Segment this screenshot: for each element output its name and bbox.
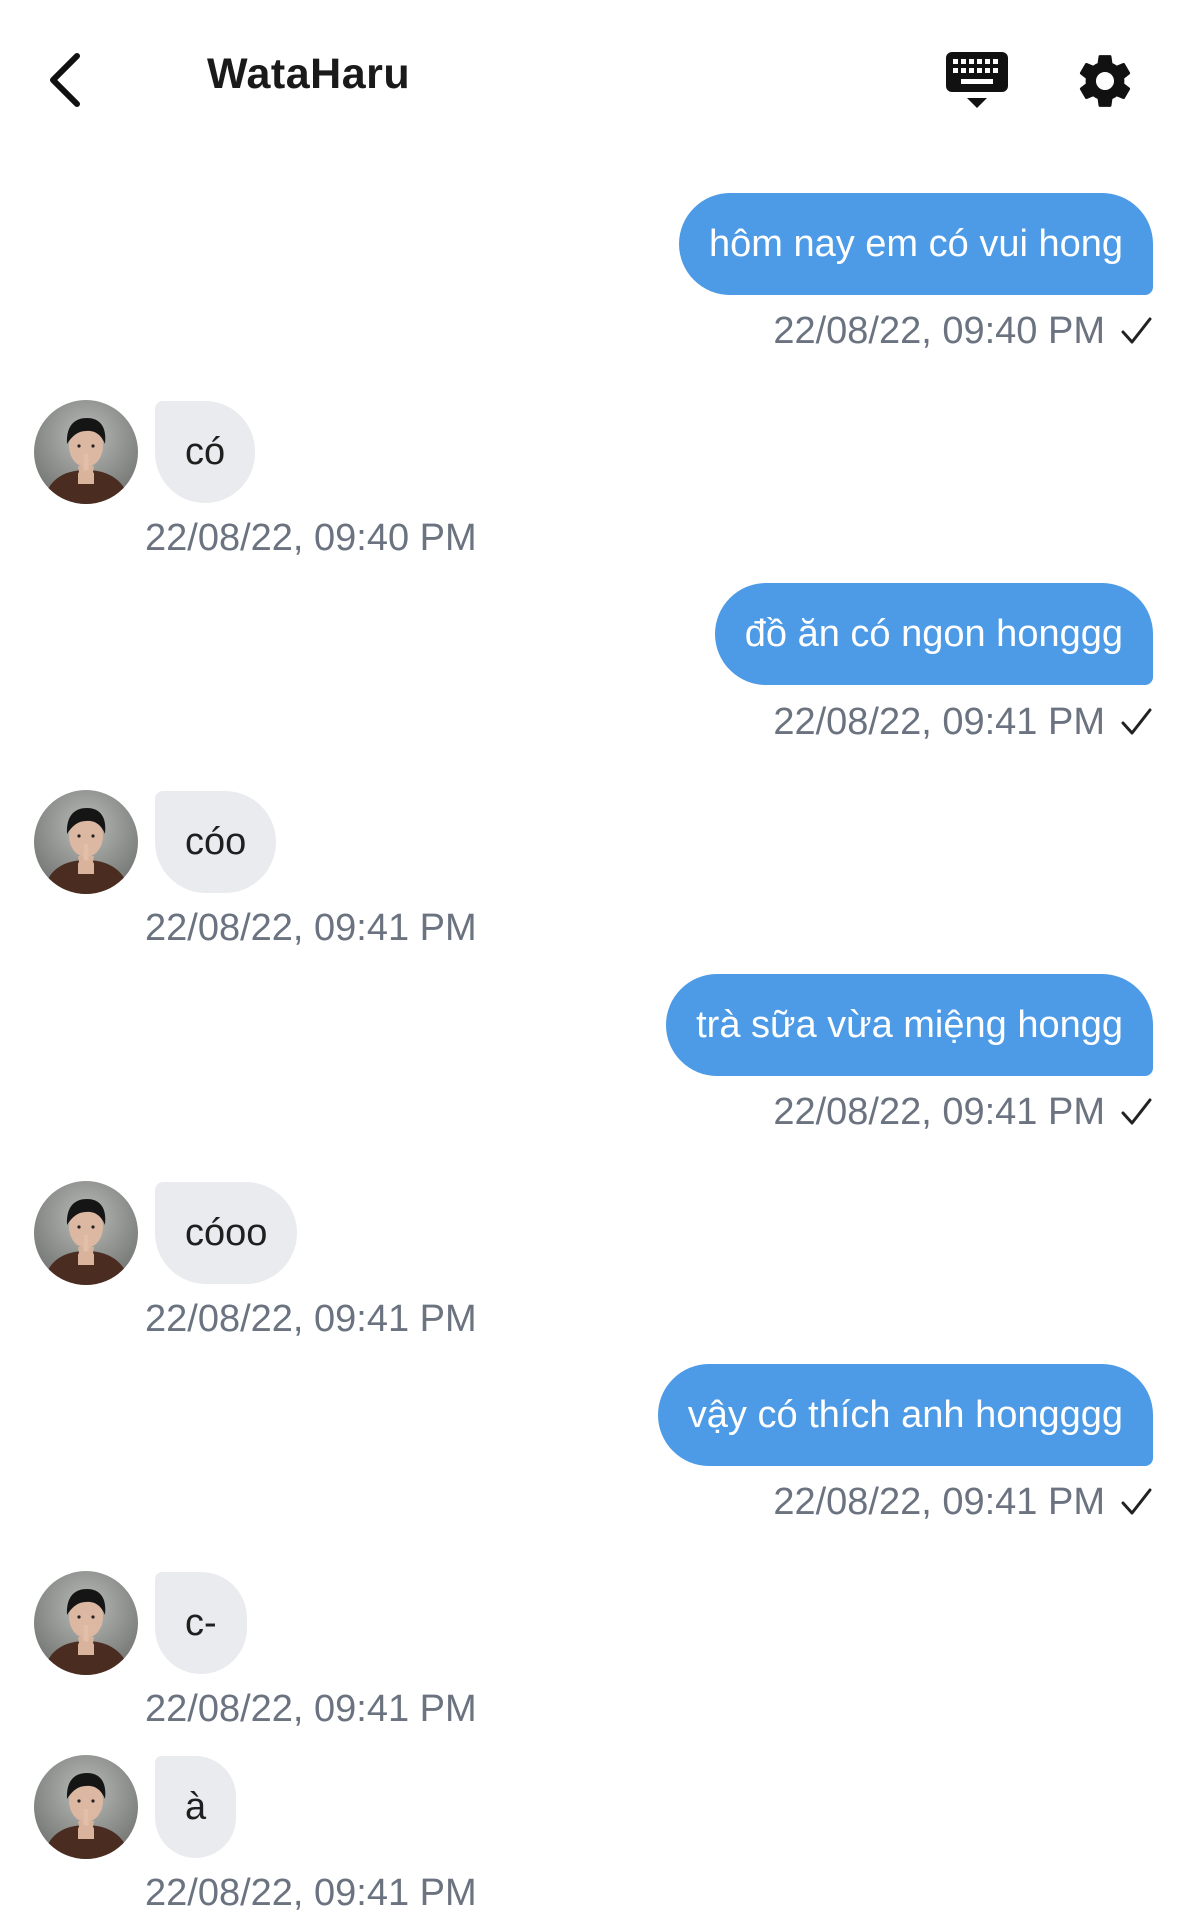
message-meta: 22/08/22, 09:41 PM	[773, 697, 1153, 747]
message-timestamp: 22/08/22, 09:40 PM	[773, 309, 1105, 352]
avatar[interactable]	[34, 1181, 138, 1285]
message-text: hôm nay em có vui hong	[708, 222, 1123, 265]
message-text: có	[185, 430, 226, 473]
message-text: đồ ăn có ngon honggg	[744, 612, 1123, 655]
avatar[interactable]	[34, 400, 138, 504]
sent-message-bubble[interactable]: vậy có thích anh hongggg	[657, 1364, 1153, 1466]
received-message-bubble[interactable]: à	[155, 1756, 237, 1858]
received-message-bubble[interactable]: có	[155, 401, 256, 503]
message-timestamp: 22/08/22, 09:41 PM	[773, 700, 1105, 743]
check-icon	[1121, 708, 1152, 735]
message-timestamp: 22/08/22, 09:41 PM	[145, 1687, 477, 1730]
sent-message-bubble[interactable]: đồ ăn có ngon honggg	[714, 583, 1153, 685]
message-text: c-	[185, 1601, 217, 1644]
message-text: cóo	[185, 820, 247, 863]
received-message-bubble[interactable]: cóo	[155, 791, 277, 893]
message-timestamp: 22/08/22, 09:41 PM	[145, 906, 477, 949]
message-timestamp: 22/08/22, 09:40 PM	[145, 516, 477, 559]
message-meta: 22/08/22, 09:41 PM	[773, 1087, 1153, 1137]
message-text: trà sữa vừa miệng hongg	[696, 1003, 1123, 1046]
message-text: vậy có thích anh hongggg	[687, 1393, 1123, 1436]
message-text: cóoo	[185, 1211, 268, 1254]
message-meta: 22/08/22, 09:41 PM	[773, 1477, 1153, 1527]
avatar[interactable]	[34, 1571, 138, 1675]
check-icon	[1121, 1488, 1152, 1515]
check-icon	[1121, 317, 1152, 344]
message-meta: 22/08/22, 09:40 PM	[773, 306, 1153, 356]
message-timestamp: 22/08/22, 09:41 PM	[145, 1297, 477, 1340]
message-text: à	[185, 1785, 207, 1828]
received-message-bubble[interactable]: cóoo	[155, 1182, 298, 1284]
sent-message-bubble[interactable]: trà sữa vừa miệng hongg	[666, 974, 1153, 1076]
message-timestamp: 22/08/22, 09:41 PM	[773, 1090, 1105, 1133]
message-timestamp: 22/08/22, 09:41 PM	[773, 1480, 1105, 1523]
check-icon	[1121, 1098, 1152, 1125]
sent-message-bubble[interactable]: hôm nay em có vui hong	[678, 193, 1153, 295]
message-timestamp: 22/08/22, 09:41 PM	[145, 1871, 477, 1914]
avatar[interactable]	[34, 1755, 138, 1859]
message-list[interactable]: hôm nay em có vui hong 22/08/22, 09:40 P…	[0, 0, 1183, 1920]
received-message-bubble[interactable]: c-	[155, 1572, 247, 1674]
avatar[interactable]	[34, 790, 138, 894]
